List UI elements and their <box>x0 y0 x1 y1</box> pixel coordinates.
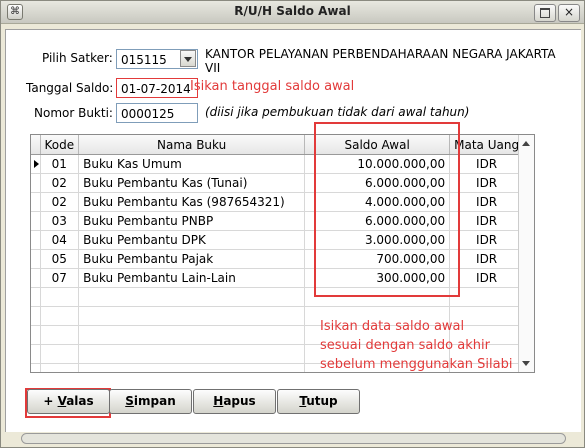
header-indicator <box>31 135 41 155</box>
scroll-down-icon[interactable] <box>522 361 530 366</box>
simpan-button[interactable]: Simpan <box>109 389 192 414</box>
cell-mata-uang[interactable]: IDR <box>449 230 525 250</box>
empty-cell[interactable] <box>31 344 41 364</box>
empty-cell[interactable] <box>78 325 306 345</box>
cell-mata-uang[interactable]: IDR <box>449 192 525 212</box>
row-indicator <box>31 154 41 174</box>
empty-cell[interactable] <box>78 363 306 372</box>
row-indicator <box>31 249 41 269</box>
empty-cell[interactable] <box>78 306 306 326</box>
row-indicator <box>31 211 41 231</box>
nomor-bukti-value: 0000125 <box>121 107 175 121</box>
window-horizontal-scrollbar[interactable] <box>21 433 566 444</box>
cell-nama-buku[interactable]: Buku Pembantu Lain-Lain <box>78 268 306 288</box>
empty-cell[interactable] <box>40 287 80 307</box>
cell-kode[interactable]: 05 <box>40 249 80 269</box>
window-title: R/U/H Saldo Awal <box>234 4 351 18</box>
header-mata-uang[interactable]: Mata Uang <box>449 135 525 155</box>
empty-cell[interactable] <box>40 325 80 345</box>
tutup-button[interactable]: Tutup <box>277 389 360 414</box>
cell-kode[interactable]: 04 <box>40 230 80 250</box>
tanggal-hint: Isikan tanggal saldo awal <box>190 79 355 94</box>
annotation-line1: Isikan data saldo awal <box>320 319 465 334</box>
header-kode[interactable]: Kode <box>40 135 80 155</box>
close-icon[interactable]: × <box>558 4 580 22</box>
cell-mata-uang[interactable]: IDR <box>449 211 525 231</box>
cell-mata-uang[interactable]: IDR <box>449 249 525 269</box>
annotation-line3: sebelum menggunakan Silabi <box>320 357 513 372</box>
maximize-icon[interactable] <box>534 4 556 22</box>
row-indicator <box>31 230 41 250</box>
cell-nama-buku[interactable]: Buku Pembantu DPK <box>78 230 306 250</box>
cell-mata-uang[interactable]: IDR <box>449 173 525 193</box>
cell-nama-buku[interactable]: Buku Pembantu Pajak <box>78 249 306 269</box>
cell-kode[interactable]: 02 <box>40 173 80 193</box>
cell-nama-buku[interactable]: Buku Pembantu Kas (987654321) <box>78 192 306 212</box>
annotation-text: Isikan data saldo awal sesuai dengan sal… <box>320 317 512 374</box>
empty-cell[interactable] <box>40 363 80 372</box>
dropdown-arrow-icon[interactable] <box>180 50 196 67</box>
cell-kode[interactable]: 02 <box>40 192 80 212</box>
row-indicator <box>31 173 41 193</box>
empty-cell[interactable] <box>78 344 306 364</box>
cell-mata-uang[interactable]: IDR <box>449 154 525 174</box>
grid-vertical-scrollbar[interactable] <box>518 135 534 372</box>
scroll-up-icon[interactable] <box>522 141 530 146</box>
header-nama-buku[interactable]: Nama Buku <box>78 135 306 155</box>
satker-name-line1: KANTOR PELAYANAN PERBENDAHARAAN NEGARA J… <box>205 47 556 61</box>
row-pointer-icon <box>34 160 39 168</box>
nomor-bukti-note: (diisi jika pembukuan tidak dari awal ta… <box>205 105 470 119</box>
empty-cell[interactable] <box>31 306 41 326</box>
row-indicator <box>31 192 41 212</box>
annotation-line2: sesuai dengan saldo akhir <box>320 338 490 353</box>
empty-cell[interactable] <box>31 325 41 345</box>
empty-cell[interactable] <box>78 287 306 307</box>
cell-kode[interactable]: 07 <box>40 268 80 288</box>
empty-cell[interactable] <box>40 306 80 326</box>
nomor-bukti-input[interactable]: 0000125 <box>116 103 198 123</box>
valas-button[interactable]: + Valas <box>27 389 110 414</box>
satker-name-line2: VII <box>205 61 221 75</box>
cell-nama-buku[interactable]: Buku Kas Umum <box>78 154 306 174</box>
saldo-awal-window: ⌘ R/U/H Saldo Awal × Pilih Satker: 01511… <box>0 0 585 448</box>
empty-cell[interactable] <box>31 363 41 372</box>
satker-value: 015115 <box>121 53 167 67</box>
empty-cell[interactable] <box>40 344 80 364</box>
row-indicator <box>31 268 41 288</box>
satker-label: Pilih Satker: <box>42 51 113 65</box>
saldo-highlight-box <box>314 122 460 297</box>
cell-kode[interactable]: 03 <box>40 211 80 231</box>
cell-mata-uang[interactable]: IDR <box>449 268 525 288</box>
cell-kode[interactable]: 01 <box>40 154 80 174</box>
hapus-button[interactable]: Hapus <box>193 389 276 414</box>
title-bar[interactable]: ⌘ R/U/H Saldo Awal × <box>1 1 584 24</box>
empty-cell[interactable] <box>449 287 525 307</box>
cell-nama-buku[interactable]: Buku Pembantu PNBP <box>78 211 306 231</box>
tanggal-label: Tanggal Saldo: <box>26 81 114 95</box>
tanggal-value: 01-07-2014 <box>121 82 191 96</box>
empty-cell[interactable] <box>31 287 41 307</box>
tanggal-input[interactable]: 01-07-2014 <box>116 78 198 98</box>
cell-nama-buku[interactable]: Buku Pembantu Kas (Tunai) <box>78 173 306 193</box>
nomor-bukti-label: Nomor Bukti: <box>34 106 113 120</box>
